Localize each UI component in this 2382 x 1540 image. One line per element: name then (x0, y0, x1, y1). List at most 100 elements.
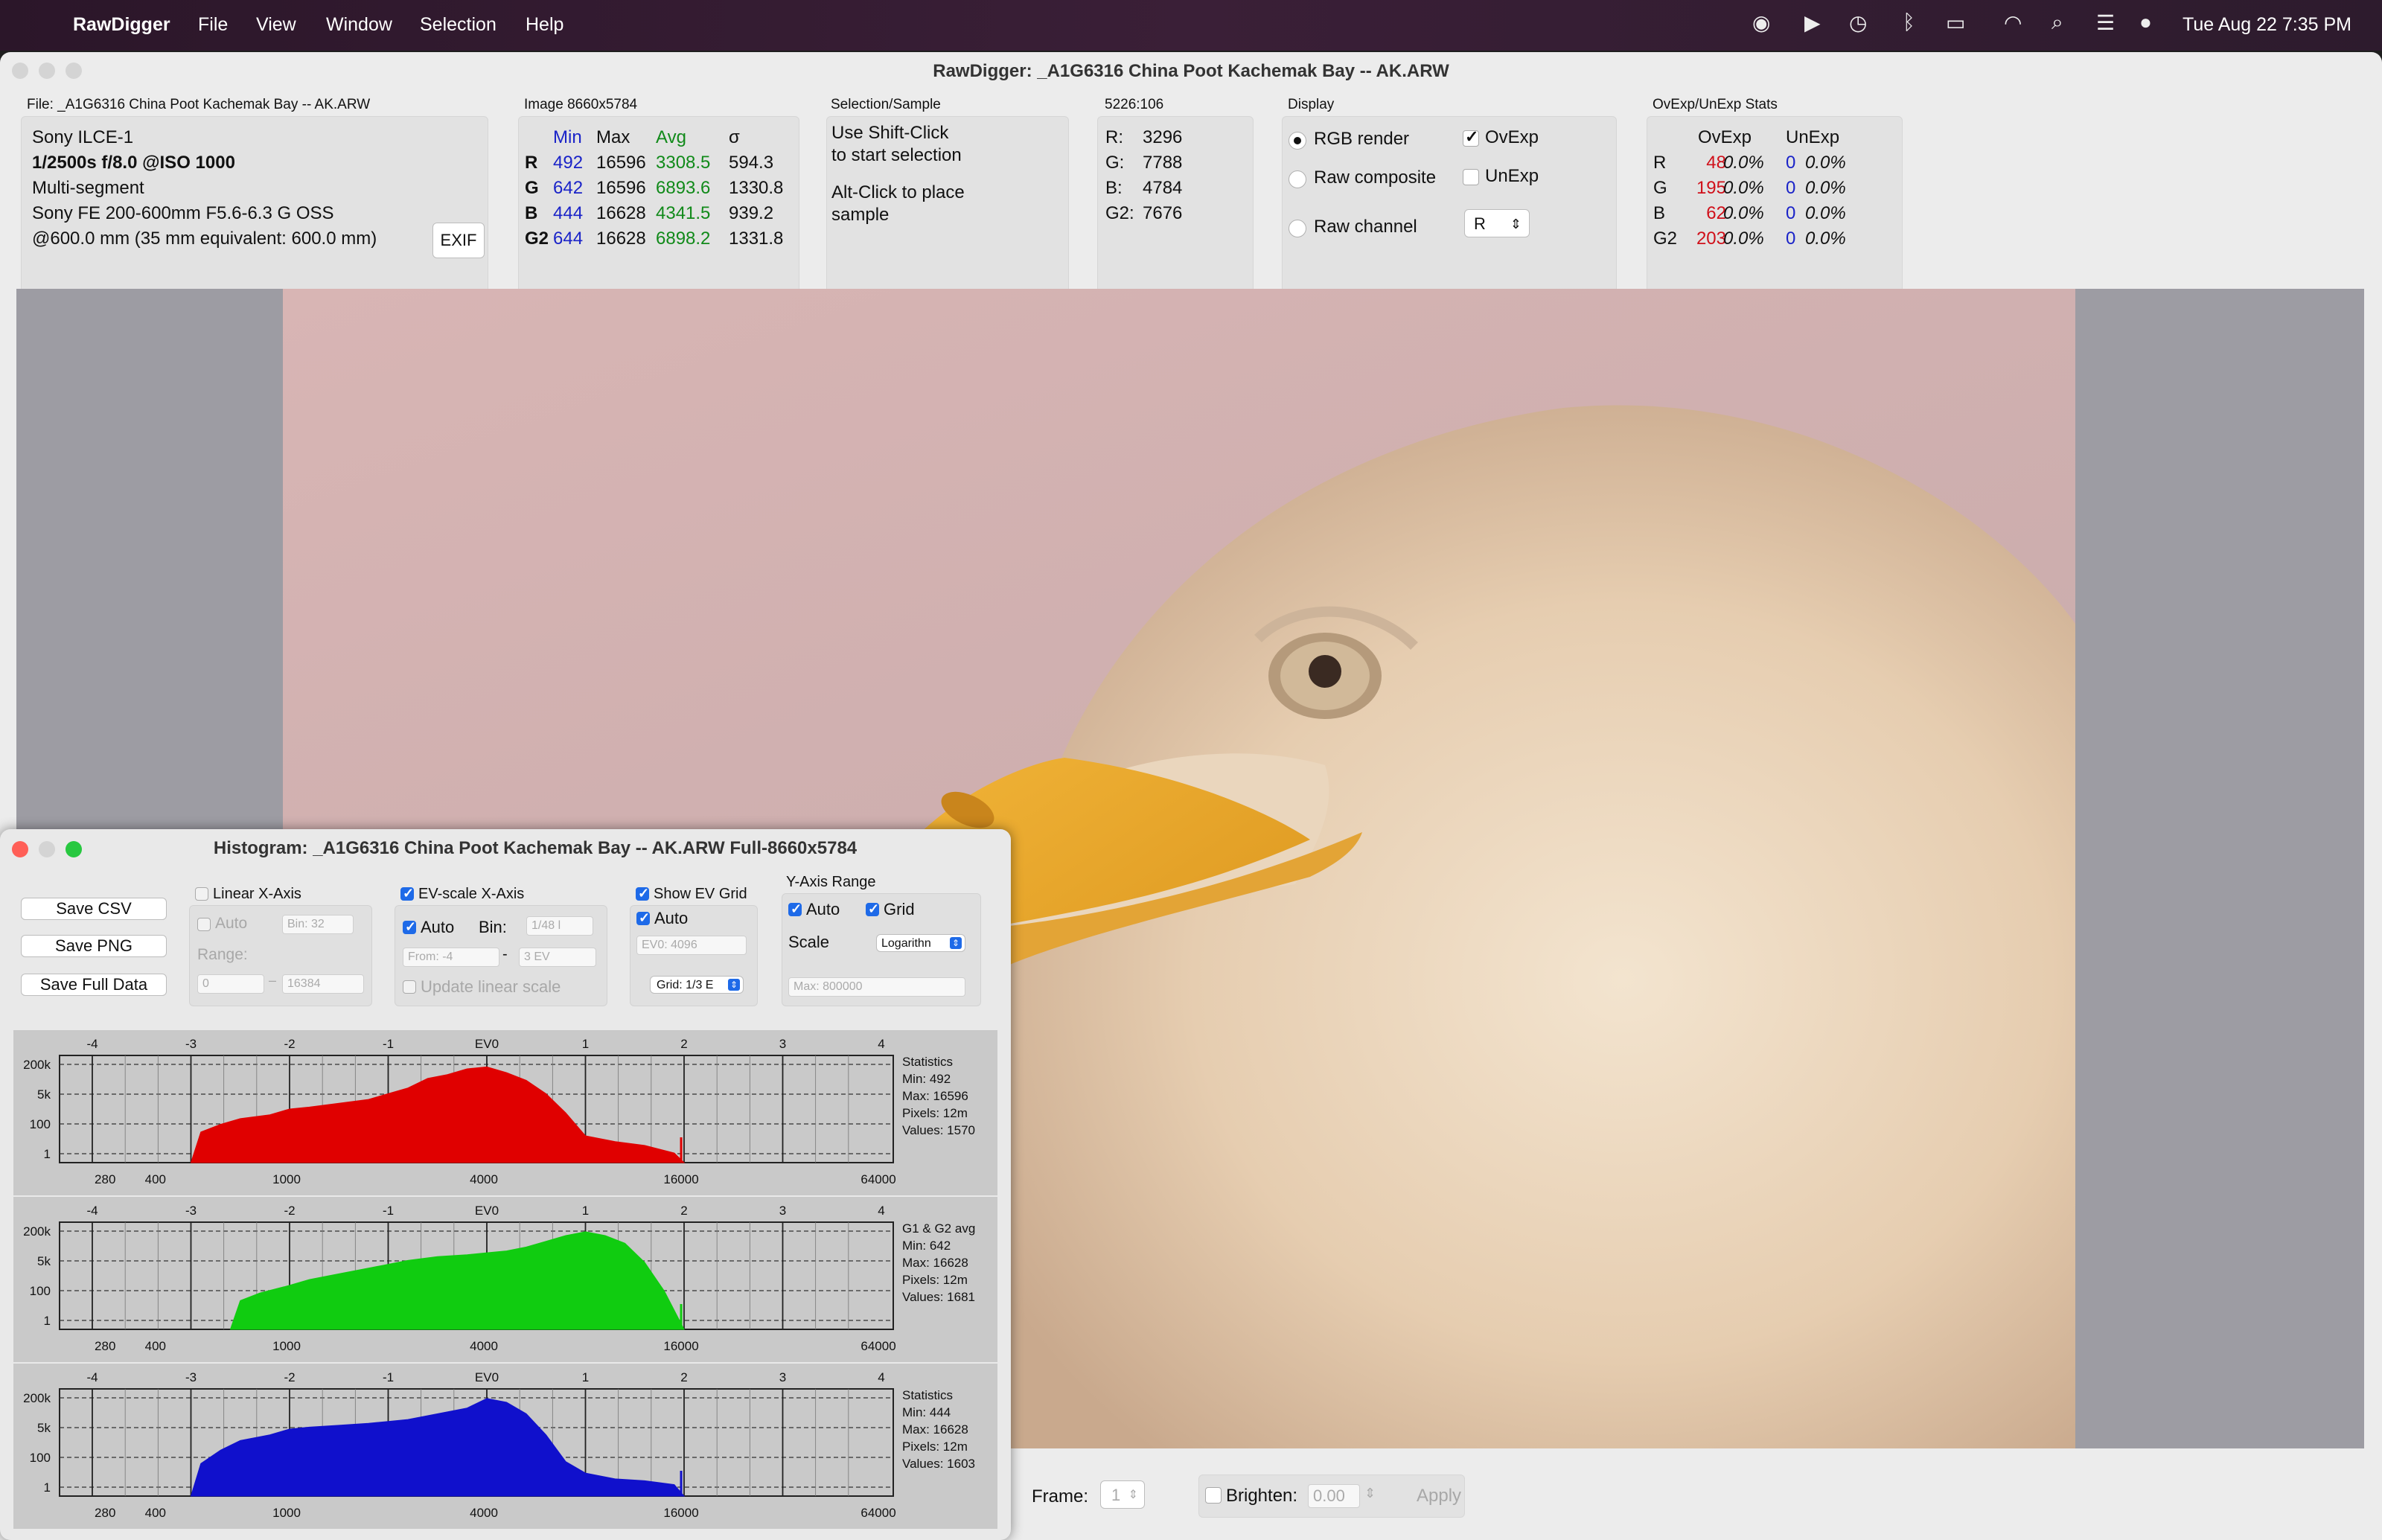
y-grid-checkbox[interactable] (866, 901, 879, 917)
frame-stepper[interactable]: 1 ⇕ (1100, 1480, 1145, 1509)
grid-select-value: Grid: 1/3 E (657, 979, 714, 991)
row-min: 444 (553, 203, 584, 223)
unexp-pct: 0.0% (1805, 229, 1846, 249)
raw-composite-radio[interactable] (1289, 170, 1306, 188)
bluetooth-icon[interactable]: ᛒ (1903, 10, 1915, 34)
header-max: Max (596, 127, 630, 147)
coord-label: 5226:106 (1105, 97, 1164, 112)
sample-val: 3296 (1143, 127, 1183, 147)
menu-clock[interactable]: Tue Aug 22 7:35 PM (2183, 14, 2351, 36)
save-png-button[interactable]: Save PNG (21, 935, 167, 957)
ev-tick-label: -4 (86, 1037, 98, 1051)
stats-line: Pixels: 12m (902, 1273, 968, 1287)
ev0-input[interactable]: EV0: 4096 (636, 936, 747, 955)
linear-auto-checkbox[interactable] (197, 918, 211, 931)
save-csv-button[interactable]: Save CSV (21, 898, 167, 920)
battery-icon[interactable]: ▭ (1946, 10, 1965, 35)
play-icon[interactable]: ▶ (1804, 10, 1821, 35)
y-tick-label: 1 (44, 1314, 51, 1328)
ovexp-label[interactable]: OvExp (1485, 127, 1539, 148)
brighten-checkbox[interactable] (1205, 1487, 1222, 1504)
row-ch: G2 (525, 229, 549, 249)
ev-tick-label: EV0 (475, 1204, 499, 1218)
exposure-info: 1/2500s f/8.0 @ISO 1000 (32, 153, 235, 173)
y-auto-checkbox[interactable] (788, 901, 802, 917)
x-tick-label: 1000 (272, 1506, 301, 1520)
raw-channel-label[interactable]: Raw channel (1314, 217, 1417, 237)
linear-x-axis-label[interactable]: Linear X-Axis (213, 886, 301, 903)
rgb-render-radio[interactable] (1289, 132, 1306, 150)
header-min: Min (553, 127, 582, 147)
row-ch: G (525, 178, 539, 198)
y-scale-label: Scale (788, 933, 830, 951)
menu-file[interactable]: File (198, 14, 228, 36)
spotlight-icon[interactable]: ⌕ (2051, 10, 2063, 35)
histogram-green-chart: 200k 5k 100 1 -4 -3 -2 -1 EV0 1 2 3 4 280 400 1000 4000 1… (13, 1197, 997, 1362)
y-tick-label: 5k (37, 1421, 51, 1435)
app-menu[interactable]: RawDigger (73, 14, 170, 36)
unexp-label[interactable]: UnExp (1485, 166, 1539, 187)
siri-icon[interactable]: ● (2139, 10, 2152, 34)
stepper-icon[interactable]: ⇕ (1364, 1486, 1376, 1501)
wifi-icon[interactable]: ◠ (2004, 10, 2022, 35)
ev-bin-select[interactable]: 1/48 l (526, 916, 593, 936)
unexp-checkbox[interactable] (1463, 169, 1479, 185)
ovexp-checkbox[interactable] (1463, 127, 1479, 147)
selection-hint-1: Use Shift-Click (831, 123, 949, 143)
stats-line: Pixels: 12m (902, 1440, 968, 1454)
image-stats-panel: Min Max Avg σ R 492 16596 3308.5 594.3 G… (518, 116, 799, 317)
ev-auto-checkbox[interactable] (403, 919, 416, 935)
selection-hint-4: sample (831, 205, 890, 225)
unexp-header: UnExp (1786, 127, 1840, 147)
update-linear-checkbox[interactable] (403, 980, 416, 994)
menu-view[interactable]: View (256, 14, 296, 36)
y-max-input[interactable]: Max: 800000 (788, 977, 965, 997)
ev-from-input[interactable]: From: -4 (403, 948, 499, 967)
unexp-pct: 0.0% (1805, 178, 1846, 198)
raw-channel-radio[interactable] (1289, 220, 1306, 237)
save-full-data-button[interactable]: Save Full Data (21, 974, 167, 996)
menu-help[interactable]: Help (526, 14, 563, 36)
menu-window[interactable]: Window (326, 14, 392, 36)
x-tick-label: 4000 (470, 1339, 498, 1353)
show-ev-grid-label[interactable]: Show EV Grid (654, 886, 747, 903)
evgrid-auto-checkbox[interactable] (636, 910, 650, 926)
range-to-input[interactable]: 16384 (282, 974, 364, 994)
channel-select[interactable]: R ⇕ (1464, 209, 1530, 237)
y-grid-label: Grid (884, 900, 915, 918)
exif-button[interactable]: EXIF (432, 223, 485, 258)
unexp-pct: 0.0% (1805, 203, 1846, 223)
brighten-input[interactable]: 0.00 (1308, 1484, 1360, 1508)
grid-select[interactable]: Grid: 1/3 E ⇕ (650, 976, 744, 994)
range-from-input[interactable]: 0 (197, 974, 264, 994)
y-tick-label: 100 (30, 1117, 51, 1131)
y-tick-label: 100 (30, 1451, 51, 1465)
display-label: Display (1288, 97, 1335, 112)
ovexp-count: 62 (1706, 203, 1726, 223)
row-max: 16628 (596, 229, 646, 249)
row-sigma: 594.3 (729, 153, 774, 173)
window-title: RawDigger: _A1G6316 China Poot Kachemak … (933, 61, 1449, 81)
linear-x-axis-panel: Auto Bin: 32 Range: 0 – 16384 (189, 905, 372, 1006)
ovexp-pct: 0.0% (1723, 153, 1764, 173)
time-machine-icon[interactable]: ◷ (1849, 10, 1867, 35)
linear-x-axis-checkbox[interactable] (195, 887, 208, 901)
linear-bin-input[interactable]: Bin: 32 (282, 915, 354, 934)
raw-composite-label[interactable]: Raw composite (1314, 167, 1436, 188)
header-sigma: σ (729, 127, 740, 147)
y-scale-select[interactable]: Logarithn ⇕ (876, 934, 965, 952)
menu-selection[interactable]: Selection (420, 14, 496, 36)
stats-line: Min: 642 (902, 1239, 951, 1253)
show-ev-grid-checkbox[interactable] (636, 886, 649, 901)
ev-to-input[interactable]: 3 EV (519, 948, 596, 967)
ev-bin-label: Bin: (479, 918, 507, 936)
rgb-render-label[interactable]: RGB render (1314, 129, 1409, 150)
stats-line: Min: 492 (902, 1072, 951, 1086)
ev-scale-checkbox[interactable] (400, 886, 414, 901)
ovexp-count: 203 (1696, 229, 1726, 249)
screen-record-icon[interactable]: ◉ (1752, 10, 1770, 35)
ev-scale-label[interactable]: EV-scale X-Axis (418, 886, 524, 903)
stats-line: Values: 1681 (902, 1290, 975, 1304)
apply-button[interactable]: Apply (1417, 1486, 1461, 1507)
control-center-icon[interactable]: ☰ (2096, 10, 2115, 35)
